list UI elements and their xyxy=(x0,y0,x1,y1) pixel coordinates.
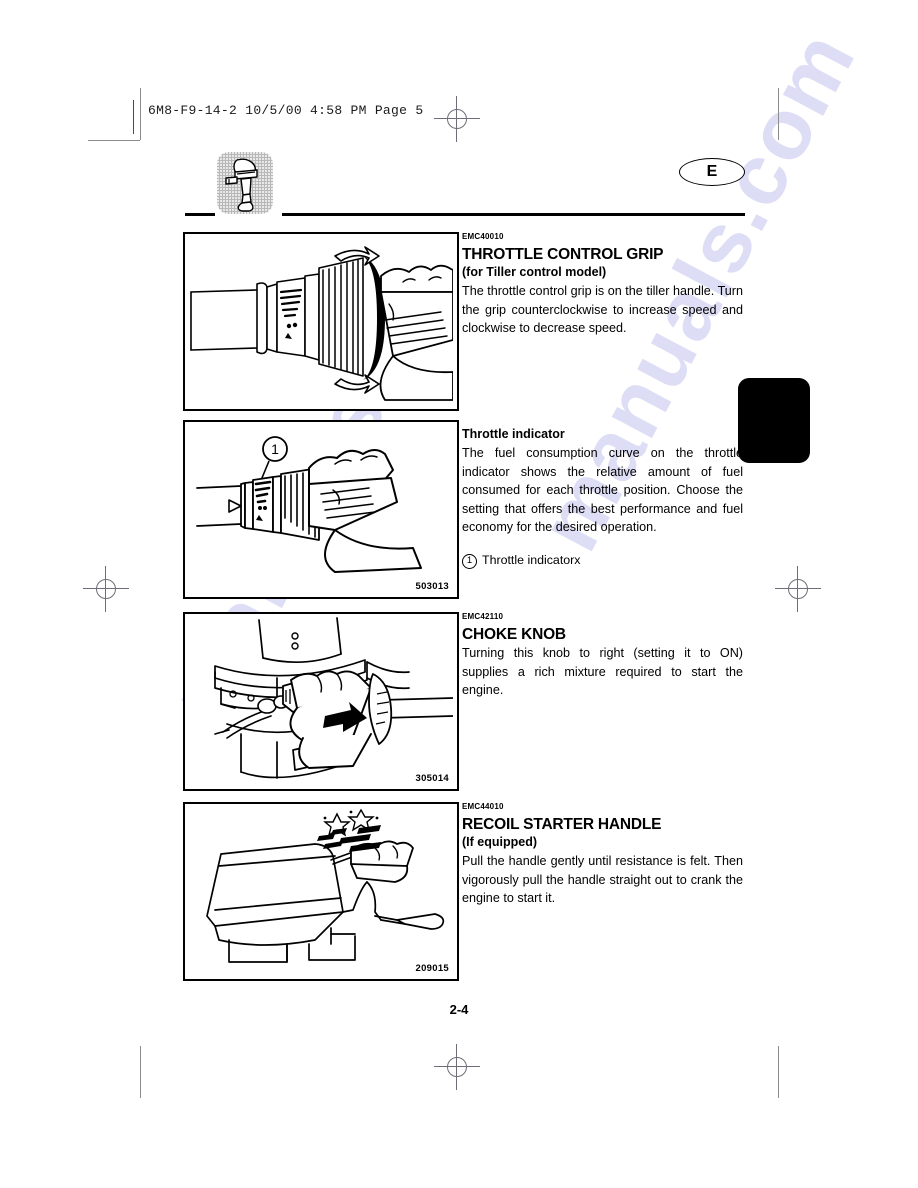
section-text: EMC40010 THROTTLE CONTROL GRIP (for Till… xyxy=(462,232,743,338)
masthead-rule-left xyxy=(185,213,215,216)
page-content: E EMC40010 THROTTLE CONTROL GRIP (for Ti… xyxy=(0,0,918,1188)
recoil-starter-handle-illustration: 209015 xyxy=(183,802,459,981)
section-subtitle: (If equipped) xyxy=(462,835,537,849)
figure-id: 503013 xyxy=(415,581,449,592)
reference-code: EMC44010 xyxy=(462,802,504,811)
chapter-thumb-tab xyxy=(738,378,810,463)
callout-label: Throttle indicatorx xyxy=(482,552,581,567)
choke-knob-illustration: 305014 xyxy=(183,612,459,791)
language-badge: E xyxy=(679,158,745,186)
masthead-rule-right xyxy=(282,213,745,216)
section-subtitle: (for Tiller control model) xyxy=(462,265,607,279)
figure-id: 305014 xyxy=(415,773,449,784)
callout-number: 1 xyxy=(462,553,477,569)
outboard-motor-icon xyxy=(217,152,273,214)
reference-code: EMC40010 xyxy=(462,232,504,241)
section-title: CHOKE KNOB xyxy=(462,626,566,643)
section-text: EMC44010 RECOIL STARTER HANDLE (If equip… xyxy=(462,802,743,908)
section-title: THROTTLE CONTROL GRIP xyxy=(462,246,664,263)
language-badge-letter: E xyxy=(706,163,718,180)
section-text: EMC42110 CHOKE KNOB Turning this knob to… xyxy=(462,612,743,700)
svg-text:1: 1 xyxy=(271,441,279,457)
throttle-indicator-illustration: 1 503013 xyxy=(183,420,459,599)
section-body: The fuel consumption curve on the thrott… xyxy=(462,446,743,535)
section-body: Turning this knob to right (setting it t… xyxy=(462,646,743,698)
reference-code: EMC42110 xyxy=(462,612,504,621)
figure-callout: 1 Throttle indicatorx xyxy=(462,551,743,569)
throttle-control-grip-illustration xyxy=(183,232,459,411)
section-subtitle: Throttle indicator xyxy=(462,427,565,441)
masthead: E xyxy=(185,152,745,220)
section-title: RECOIL STARTER HANDLE xyxy=(462,816,662,833)
figure-id: 209015 xyxy=(415,963,449,974)
section-body: Pull the handle gently until resistance … xyxy=(462,854,743,906)
page-number: 2-4 xyxy=(449,1002,469,1017)
section-body: The throttle control grip is on the till… xyxy=(462,284,743,336)
section-text: Throttle indicator The fuel consumption … xyxy=(462,426,743,569)
